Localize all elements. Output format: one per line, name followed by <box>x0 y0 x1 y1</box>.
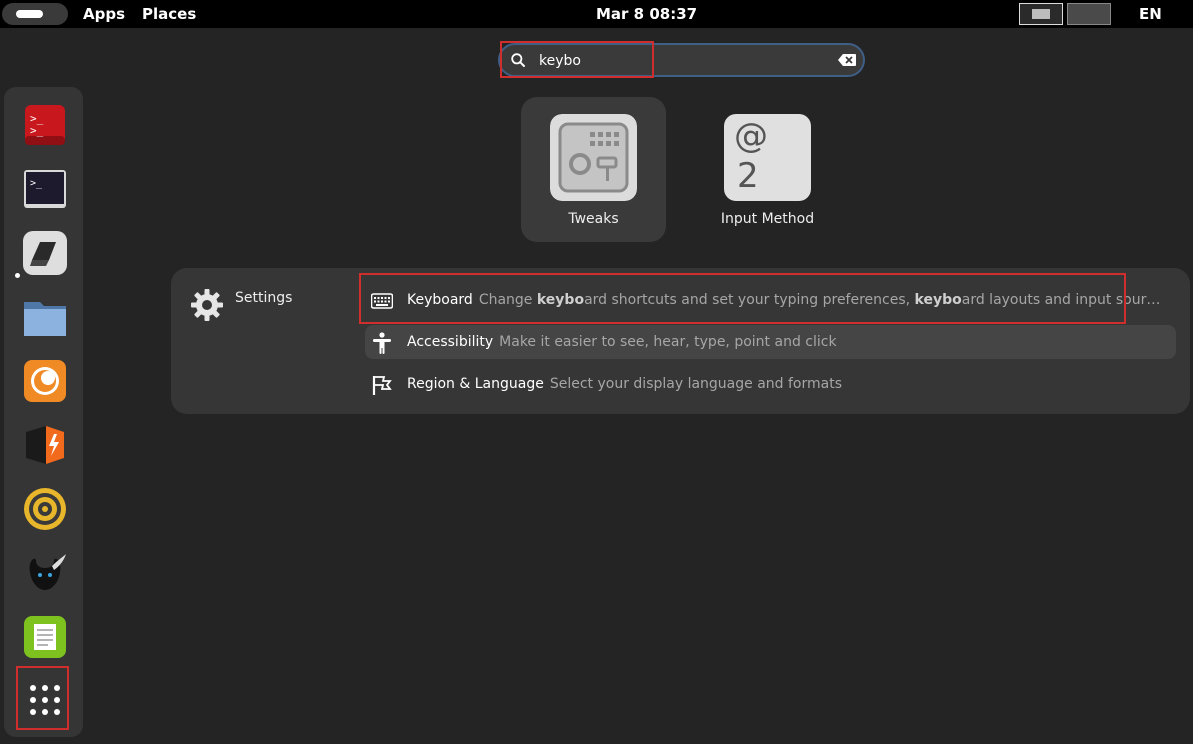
input-method-icon: @ 2 <box>724 114 811 201</box>
workspace-indicator <box>16 10 43 18</box>
text-editor-icon[interactable] <box>22 614 68 660</box>
terminal-red-icon[interactable]: >_ >_ <box>22 102 68 148</box>
firefox-icon[interactable] <box>22 358 68 404</box>
search-icon <box>511 53 525 67</box>
clear-icon[interactable] <box>838 54 856 66</box>
input-method-glyph-bottom: 2 <box>737 156 759 196</box>
apps-menu[interactable]: Apps <box>83 0 125 28</box>
clock[interactable]: Mar 8 08:37 <box>596 0 697 28</box>
result-title: Region & Language <box>407 376 544 392</box>
workspace-2[interactable] <box>1067 3 1111 25</box>
dock: >_ >_ >_ <box>4 87 83 737</box>
window-thumbnail <box>1032 9 1050 19</box>
app-tile-tweaks[interactable]: Tweaks <box>521 97 666 242</box>
result-description: Change keyboard shortcuts and set your t… <box>478 292 1161 308</box>
svg-text:>_: >_ <box>30 124 44 137</box>
app-tile-input-method[interactable]: @ 2 Input Method <box>695 97 840 242</box>
places-menu[interactable]: Places <box>142 0 196 28</box>
input-source-indicator[interactable]: EN <box>1139 0 1162 28</box>
top-bar: Apps Places Mar 8 08:37 EN <box>0 0 1193 28</box>
result-keyboard[interactable]: Keyboard Change keyboard shortcuts and se… <box>365 283 1176 317</box>
search-bar[interactable] <box>498 43 865 77</box>
tweaks-icon <box>550 114 637 201</box>
result-region-language[interactable]: Region & Language Select your display lan… <box>365 367 1176 401</box>
accessibility-icon <box>373 332 391 354</box>
show-apps-icon[interactable] <box>22 677 68 723</box>
terminal-icon[interactable]: >_ <box>22 166 68 212</box>
result-description: Select your display language and formats <box>549 376 842 392</box>
app-icon[interactable] <box>22 230 68 276</box>
result-description: Make it easier to see, hear, type, point… <box>499 334 837 350</box>
app-icon[interactable] <box>22 550 68 596</box>
app-icon[interactable] <box>22 422 68 468</box>
input-method-glyph-top: @ <box>734 116 768 156</box>
app-label: Tweaks <box>568 211 619 227</box>
search-input[interactable] <box>537 49 821 73</box>
workspace-1[interactable] <box>1019 3 1063 25</box>
result-title: Keyboard <box>407 292 473 308</box>
app-icon[interactable] <box>22 486 68 532</box>
result-accessibility[interactable]: Accessibility Make it easier to see, hear… <box>365 325 1176 359</box>
app-label: Input Method <box>720 211 815 227</box>
files-icon[interactable] <box>22 294 68 340</box>
running-indicator <box>15 273 20 278</box>
flag-icon <box>372 376 392 395</box>
result-title: Accessibility <box>407 334 494 350</box>
keyboard-icon <box>371 293 393 309</box>
settings-results: Settings Keyboard Change keyboard shortcu… <box>171 268 1190 414</box>
svg-text:>_: >_ <box>30 178 43 189</box>
activities-button[interactable] <box>2 3 68 25</box>
gear-icon[interactable] <box>190 288 224 322</box>
provider-name: Settings <box>235 290 293 306</box>
